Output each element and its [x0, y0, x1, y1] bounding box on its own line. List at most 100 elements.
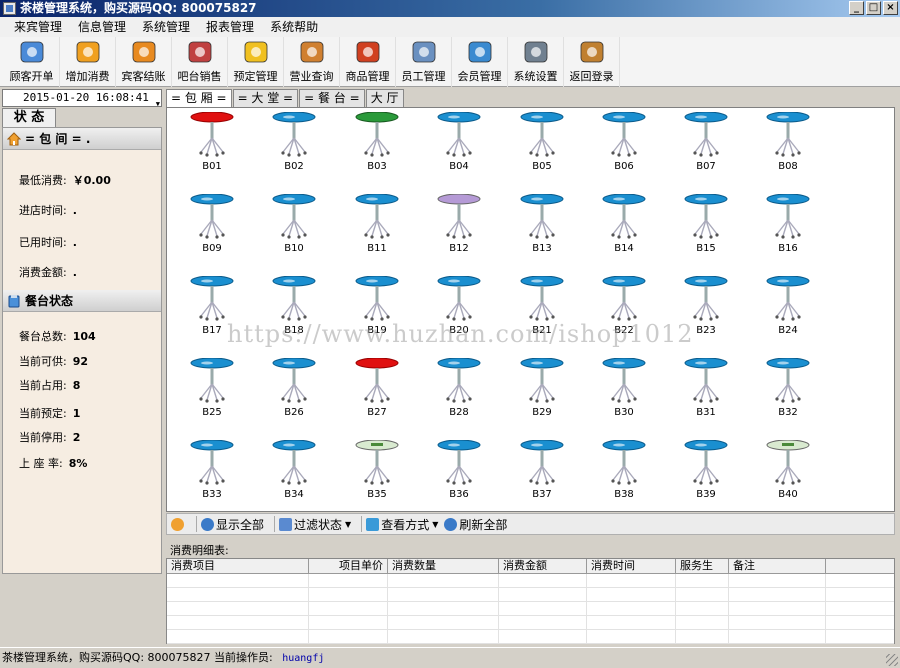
- table-b04[interactable]: B04: [434, 112, 484, 176]
- table-b12[interactable]: B12: [434, 194, 484, 258]
- table-b34[interactable]: B34: [269, 440, 319, 504]
- table-cell: [167, 574, 309, 587]
- table-b40[interactable]: B40: [763, 440, 813, 504]
- toolbar-button-10[interactable]: 系统设置: [508, 37, 564, 87]
- toolbar-button-8[interactable]: 员工管理: [396, 37, 452, 87]
- table-b28[interactable]: B28: [434, 358, 484, 422]
- stat-reserved-row: 当前预定: 1: [19, 405, 80, 421]
- table-b38[interactable]: B38: [599, 440, 649, 504]
- table-row[interactable]: [167, 616, 894, 630]
- table-b31[interactable]: B31: [681, 358, 731, 422]
- refresh-all-button[interactable]: 刷新全部: [444, 516, 507, 533]
- toolbar-label: 员工管理: [401, 70, 446, 83]
- table-row[interactable]: [167, 574, 894, 588]
- separator: [196, 516, 197, 532]
- table-cell: [499, 574, 587, 587]
- toolbar-button-6[interactable]: 营业查询: [284, 37, 340, 87]
- amount-label: 消费金额:: [19, 266, 67, 279]
- table-b13[interactable]: B13: [517, 194, 567, 258]
- detail-table: 消费项目 项目单价 消费数量 消费金额 消费时间 服务生 备注: [166, 558, 895, 644]
- stool-icon: [355, 276, 399, 321]
- table-label: B04: [449, 161, 469, 172]
- table-b08[interactable]: B08: [763, 112, 813, 176]
- table-cell: [388, 602, 499, 615]
- table-b14[interactable]: B14: [599, 194, 649, 258]
- table-b15[interactable]: B15: [681, 194, 731, 258]
- toolbar-button-7[interactable]: 商品管理: [340, 37, 396, 87]
- toolbar-button-9[interactable]: 会员管理: [452, 37, 508, 87]
- table-b09[interactable]: B09: [187, 194, 237, 258]
- stool-icon: [437, 440, 481, 485]
- table-cell: [388, 574, 499, 587]
- stool-icon: [602, 276, 646, 321]
- resize-grip-icon[interactable]: [886, 654, 898, 666]
- tab-status[interactable]: 状 态: [2, 108, 56, 127]
- table-cell: [309, 574, 388, 587]
- tab-dining-table[interactable]: = 餐 台 =: [299, 89, 365, 107]
- datetime-picker[interactable]: 2015-01-20 16:08:41 ▼: [2, 89, 162, 108]
- table-b05[interactable]: B05: [517, 112, 567, 176]
- table-b16[interactable]: B16: [763, 194, 813, 258]
- col-item[interactable]: 消费项目: [167, 559, 309, 573]
- minimize-button[interactable]: _: [849, 1, 864, 15]
- table-b30[interactable]: B30: [599, 358, 649, 422]
- tab-lobby[interactable]: = 大 堂 =: [232, 89, 299, 107]
- home-nav-button[interactable]: [171, 517, 186, 531]
- maximize-button[interactable]: □: [866, 1, 881, 15]
- tab-private-room[interactable]: = 包 厢 =: [166, 89, 232, 107]
- show-all-button[interactable]: 显示全部: [201, 516, 264, 533]
- toolbar-button-3[interactable]: 宾客结账: [116, 37, 172, 87]
- col-waiter[interactable]: 服务生: [676, 559, 729, 573]
- table-b11[interactable]: B11: [352, 194, 402, 258]
- table-b02[interactable]: B02: [269, 112, 319, 176]
- table-b37[interactable]: B37: [517, 440, 567, 504]
- table-b32[interactable]: B32: [763, 358, 813, 422]
- table-label: B31: [696, 407, 716, 418]
- table-b35[interactable]: B35: [352, 440, 402, 504]
- table-b07[interactable]: B07: [681, 112, 731, 176]
- col-time[interactable]: 消费时间: [587, 559, 676, 573]
- amount-value: .: [72, 266, 77, 279]
- toolbar-button-2[interactable]: 增加消费: [60, 37, 116, 87]
- table-cell: [729, 630, 826, 643]
- table-b06[interactable]: B06: [599, 112, 649, 176]
- col-remark[interactable]: 备注: [729, 559, 826, 573]
- menu-help[interactable]: 系统帮助: [262, 17, 326, 37]
- toolbar-button-1[interactable]: 顾客开单: [4, 37, 60, 87]
- table-b25[interactable]: B25: [187, 358, 237, 422]
- table-row[interactable]: [167, 602, 894, 616]
- menu-guest[interactable]: 来宾管理: [6, 17, 70, 37]
- close-button[interactable]: ×: [883, 1, 898, 15]
- menu-info[interactable]: 信息管理: [70, 17, 134, 37]
- menu-system[interactable]: 系统管理: [134, 17, 198, 37]
- table-b03[interactable]: B03: [352, 112, 402, 176]
- table-row[interactable]: [167, 630, 894, 644]
- tab-hall[interactable]: 大 厅: [365, 89, 404, 107]
- table-b39[interactable]: B39: [681, 440, 731, 504]
- table-b01[interactable]: B01: [187, 112, 237, 176]
- table-b24[interactable]: B24: [763, 276, 813, 340]
- dropdown-arrow-icon[interactable]: ▼: [156, 96, 160, 112]
- table-b29[interactable]: B29: [517, 358, 567, 422]
- col-amount[interactable]: 消费金额: [499, 559, 587, 573]
- stat-total-value: 104: [72, 330, 96, 343]
- table-label: B10: [284, 243, 304, 254]
- used-time-value: .: [72, 236, 77, 249]
- col-quantity[interactable]: 消费数量: [388, 559, 499, 573]
- view-mode-button[interactable]: 查看方式 ▼: [366, 516, 438, 533]
- table-row[interactable]: [167, 588, 894, 602]
- table-cell: [587, 630, 676, 643]
- col-unit-price[interactable]: 项目单价: [309, 559, 388, 573]
- table-b36[interactable]: B36: [434, 440, 484, 504]
- table-b27[interactable]: B27: [352, 358, 402, 422]
- table-b10[interactable]: B10: [269, 194, 319, 258]
- bar-sales-icon: [185, 38, 215, 66]
- filter-status-button[interactable]: 过滤状态 ▼: [279, 516, 351, 533]
- toolbar-button-11[interactable]: 返回登录: [564, 37, 620, 87]
- menu-report[interactable]: 报表管理: [198, 17, 262, 37]
- toolbar-button-4[interactable]: 吧台销售: [172, 37, 228, 87]
- toolbar-button-5[interactable]: 预定管理: [228, 37, 284, 87]
- stool-icon: [272, 358, 316, 403]
- table-b26[interactable]: B26: [269, 358, 319, 422]
- table-b33[interactable]: B33: [187, 440, 237, 504]
